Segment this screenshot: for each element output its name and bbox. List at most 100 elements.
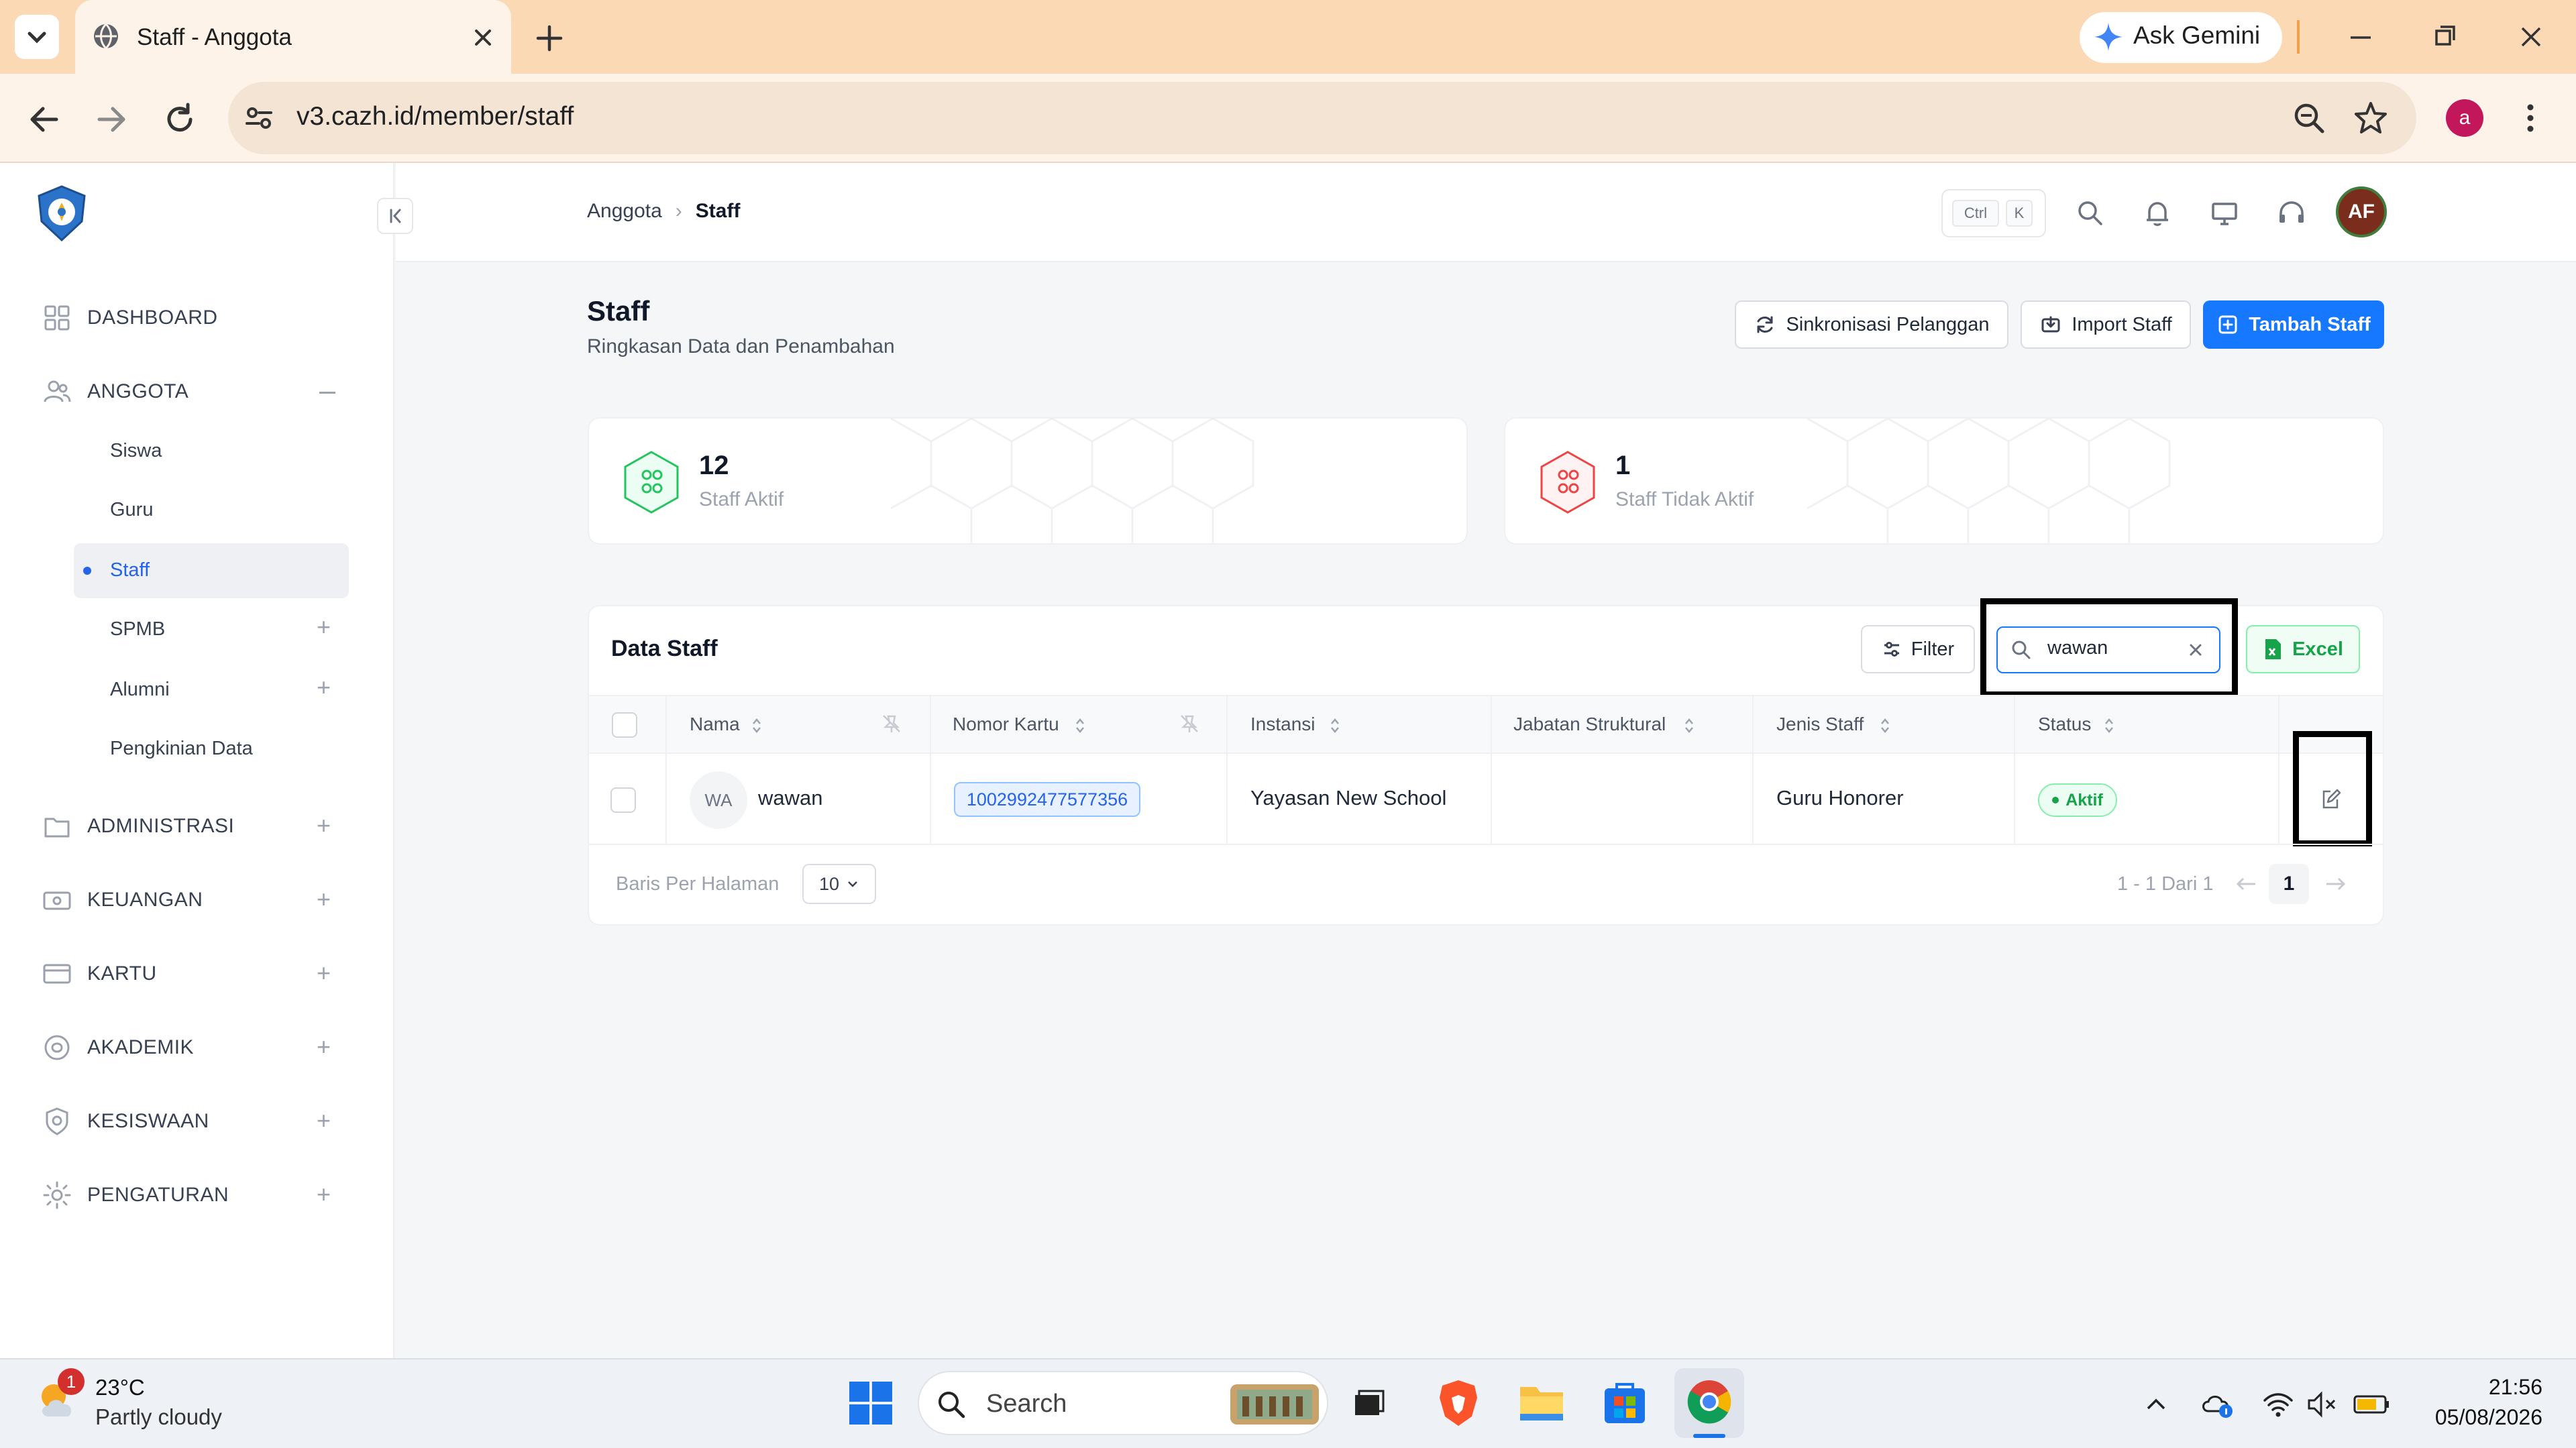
- clock-date[interactable]: 05/08/2026: [2422, 1405, 2542, 1430]
- breadcrumb-separator: ›: [675, 200, 682, 222]
- excel-export-button[interactable]: Excel: [2246, 625, 2360, 673]
- back-arrow-icon[interactable]: [25, 101, 63, 138]
- microsoft-store-icon[interactable]: [1602, 1379, 1648, 1426]
- expand-plus-icon[interactable]: +: [317, 812, 331, 840]
- close-icon[interactable]: [470, 24, 496, 51]
- bell-icon[interactable]: [2140, 196, 2175, 231]
- sort-icon[interactable]: [750, 716, 763, 735]
- sidebar-item-kartu[interactable]: KARTU: [40, 954, 356, 994]
- expand-plus-icon[interactable]: +: [317, 885, 331, 913]
- sidebar-item-keuangan[interactable]: KEUANGAN: [40, 880, 356, 920]
- headset-icon[interactable]: [2274, 196, 2309, 231]
- url-text[interactable]: v3.cazh.id/member/staff: [297, 102, 574, 131]
- expand-plus-icon[interactable]: +: [317, 1180, 331, 1209]
- expand-plus-icon[interactable]: +: [317, 613, 331, 641]
- add-staff-button[interactable]: Tambah Staff: [2203, 300, 2384, 349]
- import-staff-button[interactable]: Import Staff: [2021, 300, 2191, 349]
- card-number-badge[interactable]: 1002992477577356: [954, 782, 1140, 817]
- sidebar-item-anggota[interactable]: ANGGOTA: [40, 372, 356, 412]
- file-explorer-icon[interactable]: [1517, 1380, 1566, 1425]
- task-view-icon[interactable]: [1350, 1386, 1387, 1423]
- sync-customer-button[interactable]: Sinkronisasi Pelanggan: [1735, 300, 2008, 349]
- add-staff-label: Tambah Staff: [2249, 313, 2371, 335]
- staff-name: wawan: [758, 786, 823, 810]
- search-highlight-box: [1980, 598, 2238, 698]
- windows-start-icon[interactable]: [847, 1379, 895, 1427]
- expand-plus-icon[interactable]: +: [317, 673, 331, 702]
- card-icon: [43, 964, 71, 984]
- pin-off-icon[interactable]: [1178, 712, 1201, 735]
- monitor-icon[interactable]: [2207, 196, 2242, 231]
- pin-off-icon[interactable]: [880, 712, 903, 735]
- sidebar-sub-staff[interactable]: Staff: [110, 559, 150, 581]
- column-header-instansi[interactable]: Instansi: [1250, 714, 1316, 735]
- page-subtitle: Ringkasan Data dan Penambahan: [587, 335, 895, 357]
- tab-search-button[interactable]: [15, 15, 59, 59]
- expand-plus-icon[interactable]: +: [317, 1033, 331, 1061]
- search-icon[interactable]: [2073, 196, 2108, 231]
- collapse-sidebar-button[interactable]: [377, 198, 413, 234]
- browser-menu-icon[interactable]: [2517, 99, 2544, 137]
- volume-muted-icon[interactable]: [2305, 1388, 2340, 1421]
- sidebar-sub-siswa[interactable]: Siswa: [110, 440, 162, 462]
- chevron-up-icon[interactable]: [2143, 1391, 2169, 1418]
- sync-label: Sinkronisasi Pelanggan: [1786, 313, 1990, 335]
- minimize-icon[interactable]: [2344, 20, 2377, 54]
- wifi-icon[interactable]: [2261, 1388, 2296, 1421]
- sidebar-item-akademik[interactable]: AKADEMIK: [40, 1027, 356, 1068]
- sort-icon[interactable]: [1682, 716, 1696, 735]
- staff-instansi: Yayasan New School: [1250, 786, 1447, 810]
- expand-plus-icon[interactable]: +: [317, 1107, 331, 1135]
- forward-arrow-icon[interactable]: [93, 101, 130, 138]
- page-number-button[interactable]: 1: [2269, 864, 2309, 904]
- prev-page-icon[interactable]: [2233, 873, 2259, 895]
- sidebar-sub-pengkinian[interactable]: Pengkinian Data: [110, 738, 253, 760]
- sidebar-sub-guru[interactable]: Guru: [110, 499, 153, 521]
- stat-active-label: Staff Aktif: [699, 488, 784, 510]
- zoom-icon[interactable]: [2290, 99, 2328, 137]
- reload-icon[interactable]: [161, 101, 199, 138]
- kbd-ctrl: Ctrl: [1952, 200, 1999, 227]
- user-avatar[interactable]: AF: [2336, 186, 2387, 237]
- rows-per-page-select[interactable]: 10: [802, 864, 876, 904]
- search-highlight-image-icon: [1230, 1384, 1319, 1425]
- clock-time[interactable]: 21:56: [2442, 1375, 2542, 1400]
- weather-description[interactable]: Partly cloudy: [95, 1404, 222, 1430]
- brave-browser-icon[interactable]: [1436, 1378, 1481, 1429]
- weather-temperature[interactable]: 23°C: [95, 1375, 145, 1400]
- grid-icon: [44, 305, 70, 331]
- bookmark-star-icon[interactable]: [2352, 99, 2390, 137]
- filter-button[interactable]: Filter: [1861, 625, 1975, 673]
- sort-icon[interactable]: [1878, 716, 1892, 735]
- sidebar-sub-spmb[interactable]: SPMB: [110, 618, 165, 641]
- sidebar-item-dashboard[interactable]: DASHBOARD: [40, 298, 356, 338]
- browser-profile-avatar[interactable]: a: [2446, 99, 2483, 137]
- battery-icon[interactable]: [2352, 1391, 2392, 1418]
- column-header-jabatan[interactable]: Jabatan Struktural: [1513, 714, 1666, 735]
- restore-icon[interactable]: [2428, 20, 2462, 54]
- sidebar-item-pengaturan[interactable]: PENGATURAN: [40, 1175, 356, 1215]
- column-header-nomor-kartu[interactable]: Nomor Kartu: [953, 714, 1059, 735]
- sort-icon[interactable]: [2102, 716, 2116, 735]
- chrome-browser-icon[interactable]: [1685, 1378, 1733, 1426]
- sidebar-item-kesiswaan[interactable]: KESISWAAN: [40, 1101, 356, 1141]
- breadcrumb-anggota[interactable]: Anggota: [587, 200, 662, 223]
- tab-staff-anggota[interactable]: Staff - Anggota: [75, 0, 511, 74]
- column-header-status[interactable]: Status: [2038, 714, 2091, 735]
- window-close-icon[interactable]: [2514, 20, 2548, 54]
- column-header-jenis-staff[interactable]: Jenis Staff: [1776, 714, 1864, 735]
- collapse-anggota-icon[interactable]: [319, 392, 335, 394]
- row-checkbox[interactable]: [610, 787, 636, 813]
- sidebar-item-administrasi[interactable]: ADMINISTRASI: [40, 806, 356, 846]
- site-info-icon[interactable]: [241, 101, 276, 135]
- onedrive-info-icon[interactable]: [2200, 1388, 2235, 1421]
- select-all-checkbox[interactable]: [612, 712, 637, 738]
- excel-file-icon: [2265, 639, 2282, 659]
- next-page-icon[interactable]: [2322, 873, 2349, 895]
- expand-plus-icon[interactable]: +: [317, 959, 331, 987]
- column-header-nama[interactable]: Nama: [690, 714, 740, 735]
- sidebar-sub-alumni[interactable]: Alumni: [110, 679, 170, 701]
- new-tab-icon[interactable]: [533, 21, 566, 55]
- sort-icon[interactable]: [1328, 716, 1342, 735]
- sort-icon[interactable]: [1073, 716, 1087, 735]
